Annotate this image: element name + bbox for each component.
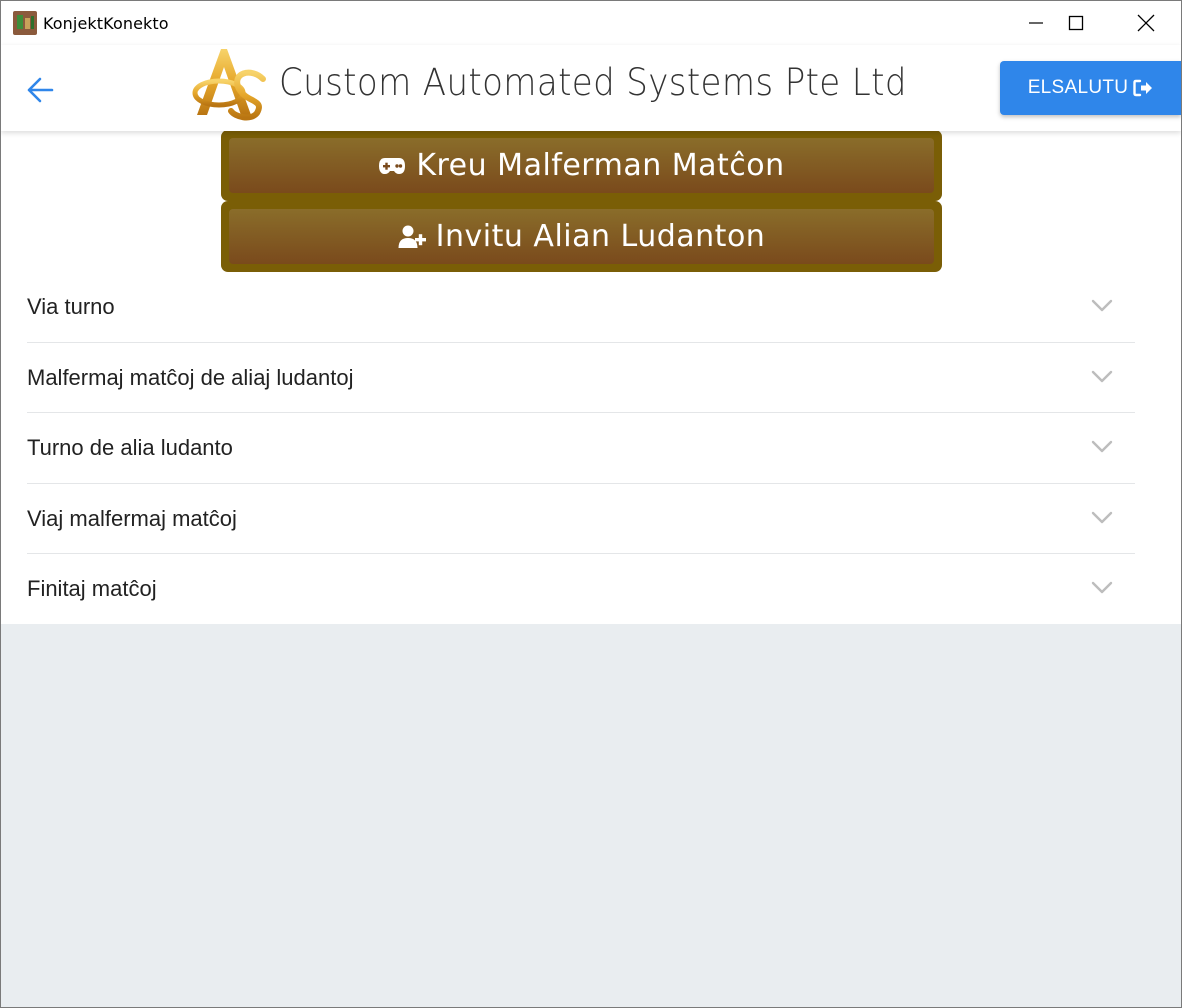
app-window: KonjektKonekto Custom Automated Systems … bbox=[0, 0, 1182, 1008]
back-button[interactable] bbox=[23, 73, 57, 107]
arrow-left-icon bbox=[27, 77, 54, 103]
title-bar[interactable]: KonjektKonekto bbox=[1, 1, 1181, 45]
accordion-label: Malfermaj matĉoj de aliaj ludantoj bbox=[27, 364, 354, 390]
close-icon bbox=[1137, 14, 1155, 32]
company-name: Custom Automated Systems Pte Ltd bbox=[279, 61, 907, 104]
chevron-down-icon bbox=[1091, 440, 1113, 453]
gamepad-icon bbox=[379, 157, 406, 174]
accordion-label: Viaj malfermaj matĉoj bbox=[27, 505, 237, 531]
sign-out-icon bbox=[1133, 79, 1153, 97]
accordion-label: Finitaj matĉoj bbox=[27, 576, 157, 602]
user-plus-icon bbox=[398, 225, 426, 248]
invite-player-label: Invitu Alian Ludanton bbox=[435, 219, 766, 254]
close-button[interactable] bbox=[1111, 1, 1181, 45]
app-header: Custom Automated Systems Pte Ltd ELSALUT… bbox=[1, 45, 1181, 131]
main-content: Kreu Malferman Matĉon Invitu Alian Ludan… bbox=[1, 130, 1181, 625]
app-icon bbox=[13, 11, 37, 35]
create-open-match-label: Kreu Malferman Matĉon bbox=[416, 148, 785, 183]
create-open-match-button[interactable]: Kreu Malferman Matĉon bbox=[221, 130, 942, 201]
accordion-item-your-open-matches[interactable]: Viaj malfermaj matĉoj bbox=[27, 484, 1135, 555]
invite-player-button[interactable]: Invitu Alian Ludanton bbox=[221, 201, 942, 272]
maximize-button[interactable] bbox=[1041, 1, 1111, 45]
chevron-down-icon bbox=[1091, 299, 1113, 312]
chevron-down-icon bbox=[1091, 370, 1113, 382]
accordion-label: Via turno bbox=[27, 294, 115, 319]
accordion-item-others-open-matches[interactable]: Malfermaj matĉoj de aliaj ludantoj bbox=[27, 343, 1135, 414]
accordion-label: Turno de alia ludanto bbox=[27, 435, 233, 461]
match-accordion: Via turno Malfermaj matĉoj de aliaj luda… bbox=[27, 272, 1135, 625]
chevron-down-icon bbox=[1091, 582, 1113, 594]
accordion-item-your-turn[interactable]: Via turno bbox=[27, 272, 1135, 343]
accordion-item-other-player-turn[interactable]: Turno de alia ludanto bbox=[27, 413, 1135, 484]
logout-button[interactable]: ELSALUTU bbox=[1000, 61, 1181, 115]
logout-label: ELSALUTU bbox=[1027, 77, 1129, 98]
accordion-item-finished-matches[interactable]: Finitaj matĉoj bbox=[27, 554, 1135, 625]
chevron-down-icon bbox=[1091, 511, 1113, 523]
window-title: KonjektKonekto bbox=[43, 14, 169, 33]
company-logo bbox=[192, 49, 266, 121]
maximize-icon bbox=[1068, 15, 1084, 31]
